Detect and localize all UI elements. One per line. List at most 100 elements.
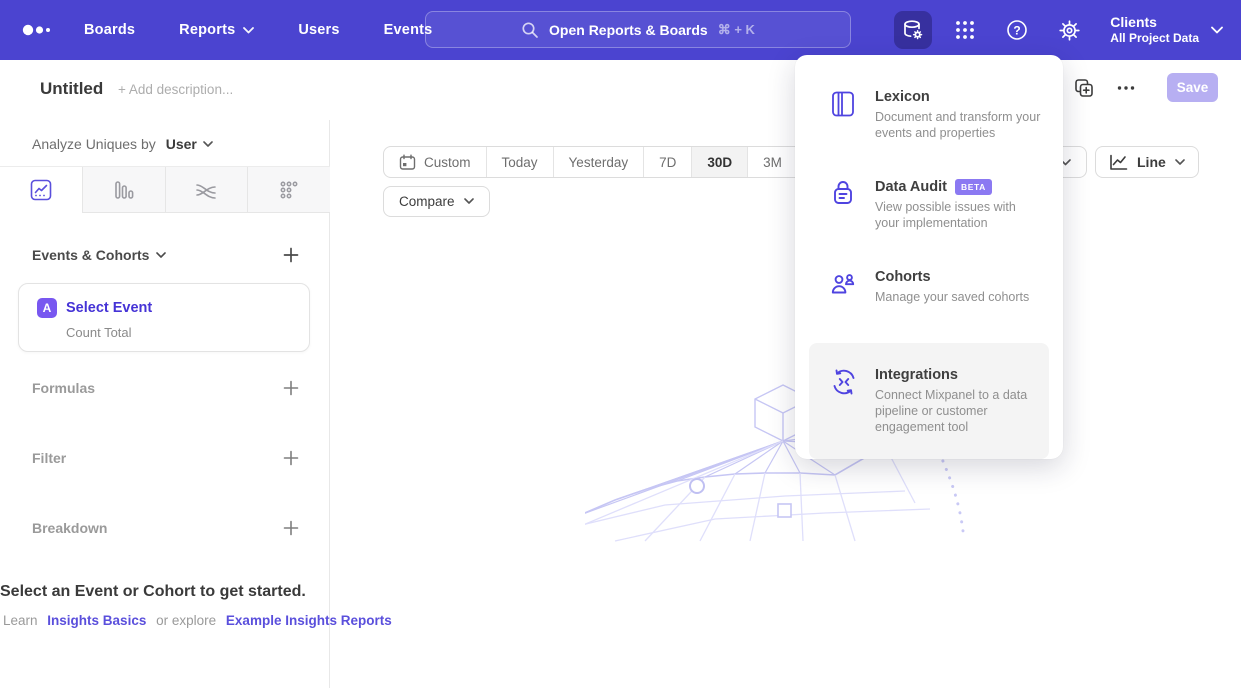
chart-type-label: Line	[1137, 154, 1166, 170]
query-sidebar: Analyze Uniques by User	[0, 120, 330, 688]
formulas-section: Formulas	[32, 380, 299, 396]
search-shortcut: ⌘ + K	[718, 22, 755, 38]
filter-section: Filter	[32, 450, 299, 466]
navbar-right: ? Clients All Project Data	[894, 0, 1223, 60]
data-management-button[interactable]	[894, 11, 932, 49]
add-description-field[interactable]: + Add description...	[118, 82, 233, 97]
project-name: Clients	[1110, 14, 1199, 32]
mixpanel-logo-icon[interactable]	[22, 20, 54, 40]
date-range-30d[interactable]: 30D	[691, 147, 747, 177]
search-input[interactable]: Open Reports & Boards ⌘ + K	[425, 11, 851, 48]
cohorts-description: Manage your saved cohorts	[875, 289, 1029, 305]
nav-item-users[interactable]: Users	[298, 22, 339, 38]
analyze-prefix-label: Analyze Uniques by	[32, 136, 156, 152]
data-management-dropdown: Lexicon Document and transform your even…	[795, 55, 1063, 459]
plus-icon	[283, 520, 299, 536]
nav-item-users-label: Users	[298, 22, 339, 38]
date-range-30d-label: 30D	[707, 155, 732, 170]
project-selector[interactable]: Clients All Project Data	[1110, 14, 1223, 47]
count-total-label[interactable]: Count Total	[66, 325, 309, 340]
project-scope: All Project Data	[1110, 31, 1199, 46]
lexicon-title: Lexicon	[875, 89, 1041, 105]
data-audit-icon	[831, 181, 856, 207]
line-chart-icon	[1109, 154, 1128, 171]
date-range-custom-label: Custom	[424, 155, 471, 170]
lexicon-description: Document and transform your events and p…	[875, 109, 1041, 141]
integrations-title: Integrations	[875, 367, 1037, 383]
duplicate-button[interactable]	[1073, 77, 1095, 99]
data-audit-description: View possible issues with your implement…	[875, 199, 1041, 231]
date-range-3m[interactable]: 3M	[747, 147, 797, 177]
ellipsis-icon	[1115, 77, 1137, 99]
chevron-down-icon	[156, 252, 166, 259]
settings-gear-icon	[1058, 19, 1081, 42]
add-filter-button[interactable]	[283, 450, 299, 466]
chevron-down-icon	[203, 141, 213, 148]
flow-chart-tab-icon	[194, 178, 218, 202]
help-button[interactable]: ?	[998, 11, 1036, 49]
settings-button[interactable]	[1050, 11, 1088, 49]
data-audit-title: Data Audit	[875, 179, 947, 195]
menu-item-cohorts[interactable]: Cohorts Manage your saved cohorts	[831, 269, 1041, 305]
menu-item-integrations[interactable]: Integrations Connect Mixpanel to a data …	[809, 343, 1049, 459]
chevron-down-icon	[1175, 159, 1185, 166]
compare-button[interactable]: Compare	[383, 186, 490, 217]
calendar-icon	[399, 154, 416, 171]
tab-bar-chart[interactable]	[82, 167, 165, 212]
chevron-down-icon	[1211, 26, 1223, 34]
date-range-7d-label: 7D	[659, 155, 676, 170]
date-range-custom[interactable]: Custom	[384, 147, 486, 177]
integrations-description: Connect Mixpanel to a data pipeline or c…	[875, 387, 1037, 435]
date-range-3m-label: 3M	[763, 155, 782, 170]
tab-line-chart[interactable]	[0, 167, 82, 212]
add-event-button[interactable]	[283, 247, 299, 263]
chevron-down-icon	[243, 27, 254, 34]
metrics-tab-icon	[277, 178, 301, 202]
plus-icon	[283, 247, 299, 263]
formulas-label: Formulas	[32, 380, 95, 396]
select-event-card[interactable]: A Select Event Count Total	[18, 283, 310, 352]
top-navbar: Boards Reports Users Events Open Reports…	[0, 0, 1241, 60]
event-series-badge: A	[37, 298, 57, 318]
date-range-today-label: Today	[502, 155, 538, 170]
add-breakdown-button[interactable]	[283, 520, 299, 536]
cohorts-title: Cohorts	[875, 269, 1029, 285]
nav-item-boards[interactable]: Boards	[84, 22, 135, 38]
date-range-yesterday[interactable]: Yesterday	[553, 147, 644, 177]
tab-metrics[interactable]	[247, 167, 330, 212]
events-cohorts-text: Events & Cohorts	[32, 247, 149, 263]
chart-type-button[interactable]: Line	[1095, 146, 1199, 178]
date-range-yesterday-label: Yesterday	[569, 155, 629, 170]
bar-chart-tab-icon	[112, 178, 136, 202]
date-range-7d[interactable]: 7D	[643, 147, 691, 177]
example-insights-reports-link[interactable]: Example Insights Reports	[226, 613, 392, 628]
apps-grid-icon	[954, 19, 976, 41]
menu-item-lexicon[interactable]: Lexicon Document and transform your even…	[831, 89, 1041, 141]
menu-item-data-audit[interactable]: Data Audit BETA View possible issues wit…	[831, 179, 1041, 231]
lexicon-book-icon	[831, 91, 856, 117]
report-title[interactable]: Untitled	[40, 79, 103, 99]
analyze-value-dropdown[interactable]: User	[166, 136, 213, 152]
nav-item-reports-label: Reports	[179, 22, 235, 38]
search-icon	[521, 21, 539, 39]
compare-label: Compare	[399, 194, 455, 209]
database-gear-icon	[901, 18, 925, 42]
date-range-today[interactable]: Today	[486, 147, 553, 177]
events-cohorts-label[interactable]: Events & Cohorts	[32, 247, 166, 263]
apps-grid-button[interactable]	[946, 11, 984, 49]
save-button[interactable]: Save	[1167, 73, 1218, 102]
cohorts-people-icon	[831, 271, 857, 296]
empty-state-links: Learn Insights Basics or explore Example…	[0, 613, 911, 628]
line-chart-tab-icon	[29, 178, 53, 202]
nav-item-reports[interactable]: Reports	[179, 22, 254, 38]
analyze-uniques-row: Analyze Uniques by User	[32, 136, 213, 152]
select-event-label[interactable]: Select Event	[66, 300, 152, 316]
search-placeholder: Open Reports & Boards	[549, 22, 708, 38]
beta-badge: BETA	[955, 179, 992, 195]
tab-flow-chart[interactable]	[165, 167, 248, 212]
nav-item-boards-label: Boards	[84, 22, 135, 38]
more-options-button[interactable]	[1115, 77, 1137, 99]
add-formula-button[interactable]	[283, 380, 299, 396]
insights-basics-link[interactable]: Insights Basics	[47, 613, 146, 628]
empty-state-title: Select an Event or Cohort to get started…	[0, 583, 911, 601]
